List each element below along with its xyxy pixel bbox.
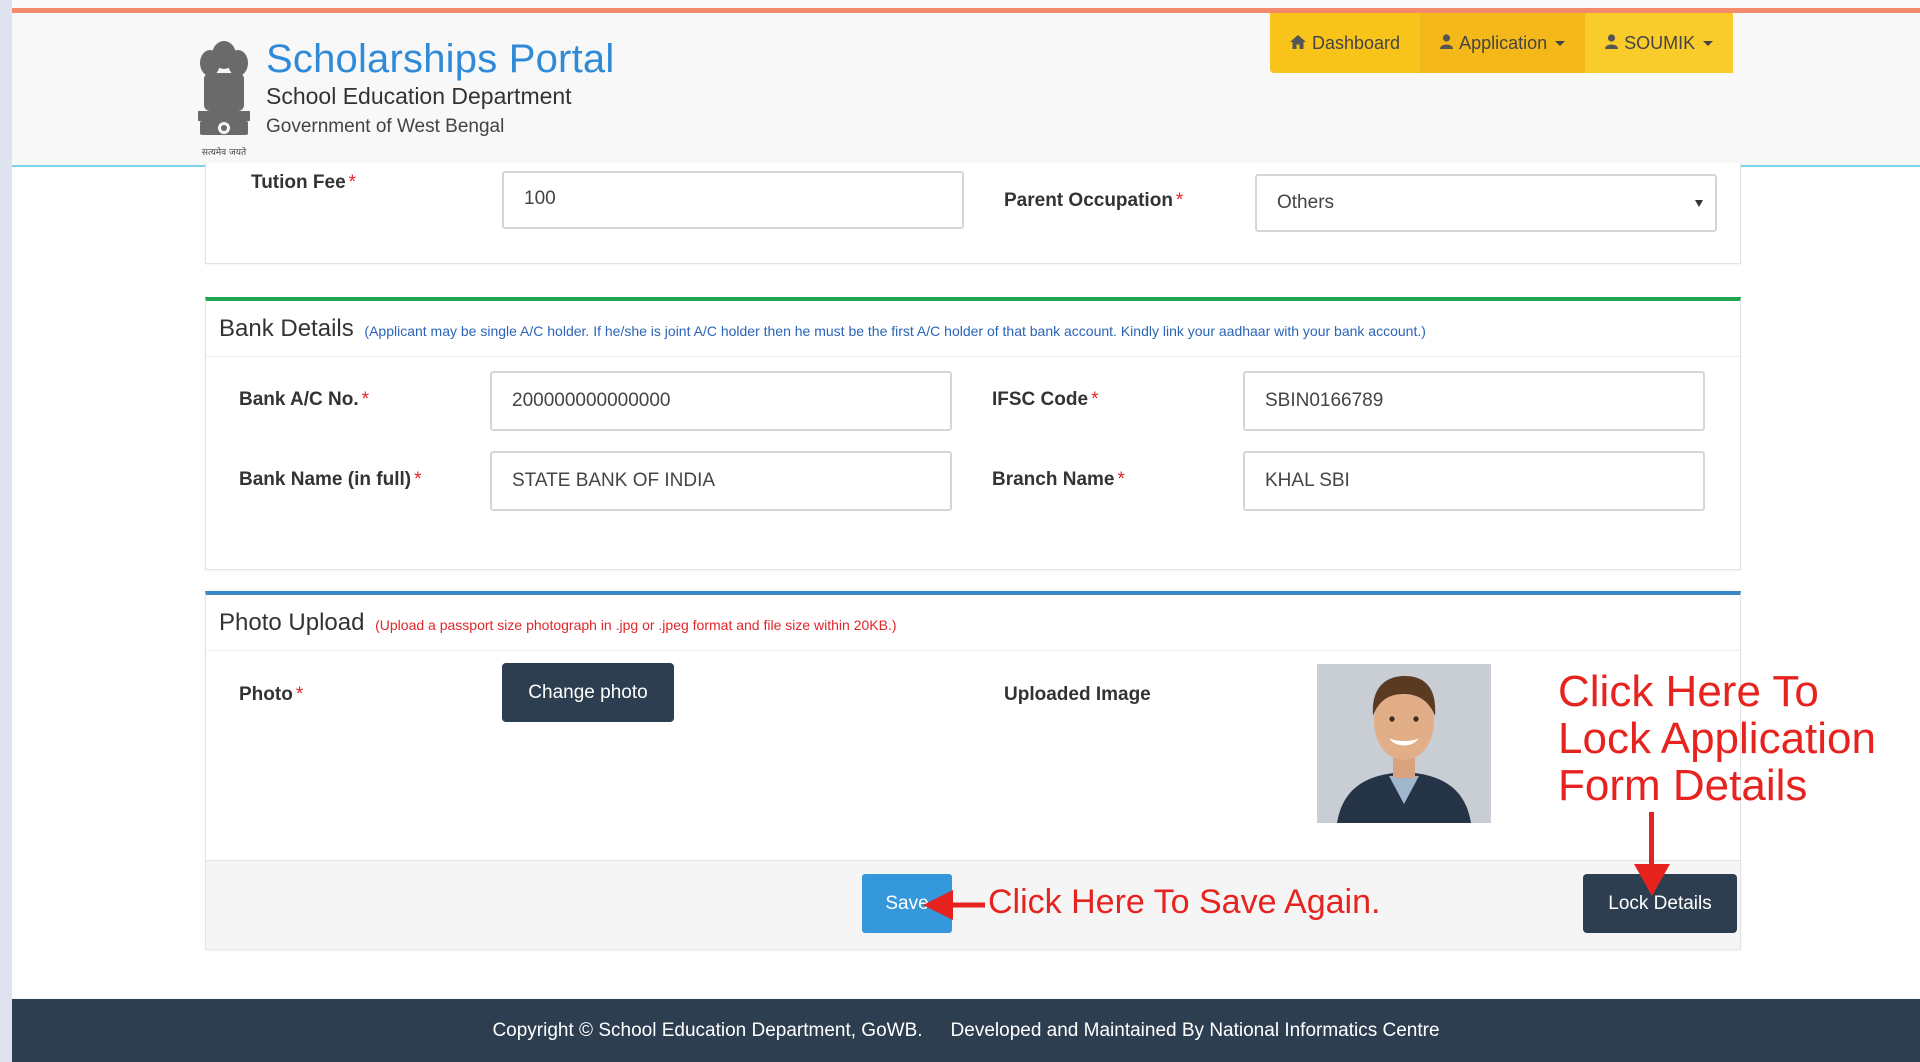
bank-details-note: (Applicant may be single A/C holder. If … bbox=[364, 323, 1426, 339]
bank-name-input[interactable]: STATE BANK OF INDIA bbox=[490, 451, 952, 511]
nav-dashboard[interactable]: Dashboard bbox=[1270, 13, 1420, 73]
parent-occupation-select[interactable]: Others bbox=[1255, 174, 1717, 232]
tuition-fee-label: Tution Fee * bbox=[251, 172, 357, 193]
department-name: School Education Department bbox=[266, 83, 572, 109]
ifsc-code-label: IFSC Code * bbox=[992, 389, 1099, 410]
uploaded-photo-image bbox=[1317, 664, 1491, 823]
select-arrow-icon bbox=[1695, 200, 1703, 207]
top-navbar: Dashboard Application SOUMIK bbox=[1270, 13, 1734, 73]
arrow-left-icon bbox=[923, 890, 985, 920]
photo-upload-note: (Upload a passport size photograph in .j… bbox=[375, 617, 897, 633]
portal-title[interactable]: Scholarships Portal bbox=[266, 37, 614, 82]
arrow-down-icon bbox=[1634, 812, 1670, 896]
branch-name-label: Branch Name * bbox=[992, 469, 1125, 490]
photo-label: Photo * bbox=[239, 684, 304, 705]
bank-details-panel: Bank Details (Applicant may be single A/… bbox=[205, 297, 1741, 570]
bank-account-input[interactable]: 200000000000000 bbox=[490, 371, 952, 431]
parent-occupation-label: Parent Occupation * bbox=[1004, 190, 1184, 211]
change-photo-button[interactable]: Change photo bbox=[502, 663, 674, 722]
state-emblem-logo: सत्यमेव जयते bbox=[198, 41, 250, 158]
page: सत्यमेव जयते Scholarships Portal School … bbox=[12, 0, 1920, 1062]
lock-hint-line-1: Click Here To bbox=[1558, 667, 1819, 716]
bank-account-label: Bank A/C No. * bbox=[239, 389, 370, 410]
footer-developer: Developed and Maintained By National Inf… bbox=[950, 1019, 1440, 1041]
uploaded-image-label: Uploaded Image bbox=[1004, 684, 1151, 705]
ifsc-code-input[interactable]: SBIN0166789 bbox=[1243, 371, 1705, 431]
left-edge-strip bbox=[0, 0, 12, 1062]
home-icon bbox=[1290, 33, 1306, 54]
nav-dashboard-label: Dashboard bbox=[1312, 32, 1401, 53]
bank-name-label: Bank Name (in full) * bbox=[239, 469, 422, 490]
user-icon bbox=[1440, 33, 1454, 54]
bank-details-heading: Bank Details (Applicant may be single A/… bbox=[206, 301, 1740, 357]
photo-upload-title: Photo Upload bbox=[219, 609, 365, 636]
emblem-caption: सत्यमेव जयते bbox=[202, 146, 247, 158]
chevron-down-icon bbox=[1555, 40, 1566, 46]
lock-hint-line-3: Form Details bbox=[1558, 761, 1808, 810]
branch-name-input[interactable]: KHAL SBI bbox=[1243, 451, 1705, 511]
save-hint-annotation: Click Here To Save Again. bbox=[988, 883, 1381, 921]
footer-copyright: Copyright © School Education Department,… bbox=[492, 1019, 923, 1041]
nav-user-menu[interactable]: SOUMIK bbox=[1585, 13, 1734, 73]
nav-application-label: Application bbox=[1459, 32, 1548, 53]
fee-section-panel: Tution Fee * 100 Parent Occupation * Other… bbox=[205, 163, 1741, 264]
lock-hint-annotation: Click Here To Lock Application Form Deta… bbox=[1558, 668, 1876, 809]
nav-application-dropdown[interactable]: Application bbox=[1420, 13, 1586, 73]
tuition-fee-input[interactable]: 100 bbox=[502, 171, 964, 229]
lock-hint-line-2: Lock Application bbox=[1558, 714, 1876, 763]
chevron-down-icon bbox=[1703, 40, 1714, 46]
photo-upload-heading: Photo Upload (Upload a passport size pho… bbox=[206, 595, 1740, 651]
parent-occupation-value: Others bbox=[1277, 192, 1335, 213]
bank-details-title: Bank Details bbox=[219, 315, 354, 342]
site-footer: Copyright © School Education Department,… bbox=[12, 999, 1920, 1062]
nav-user-label: SOUMIK bbox=[1624, 32, 1696, 53]
site-header: सत्यमेव जयते Scholarships Portal School … bbox=[12, 13, 1920, 167]
user-icon bbox=[1605, 33, 1619, 54]
government-name: Government of West Bengal bbox=[266, 116, 505, 137]
